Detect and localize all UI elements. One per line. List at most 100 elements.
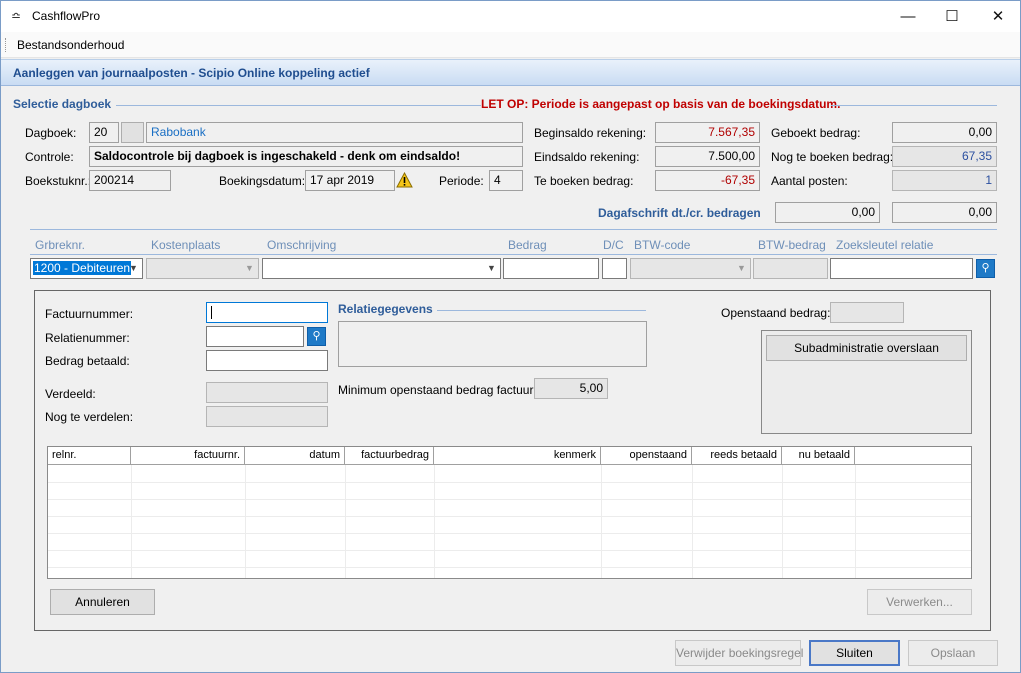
th-factuurnr[interactable]: factuurnr. [131,447,245,465]
aantal-posten-field: 1 [892,170,997,191]
th-openstaand[interactable]: openstaand [601,447,692,465]
th-reeds-betaald[interactable]: reeds betaald [692,447,782,465]
btw-code-combo[interactable]: ▼ [630,258,751,279]
btw-bedrag-field [753,258,828,279]
dagafschrift-cr-field[interactable]: 0,00 [892,202,997,223]
opslaan-button[interactable]: Opslaan [908,640,998,666]
chevron-down-icon[interactable]: ▼ [242,260,257,277]
text-cursor [211,306,212,319]
th-datum[interactable]: datum [245,447,345,465]
relatiegegevens-title: Relatiegegevens [338,302,433,316]
title-bar: ≏ CashflowPro — ☐ ✕ [1,1,1020,32]
relatienummer-label: Relatienummer: [45,331,130,345]
dagboek-lookup-button[interactable] [121,122,144,143]
chevron-down-icon[interactable]: ▼ [126,260,141,277]
col-bedrag: Bedrag [508,238,547,252]
verwijder-boekingsregel-button[interactable]: Verwijder boekingsregel [675,640,804,666]
col-btw-code: BTW-code [634,238,691,252]
dagafschrift-dt-field[interactable]: 0,00 [775,202,880,223]
section-divider [116,105,481,106]
verwerken-label: Verwerken... [886,595,953,609]
menu-bar: Bestandsonderhoud [1,32,1020,58]
section-divider [30,229,997,230]
warning-text: LET OP: Periode is aangepast op basis va… [481,97,841,111]
min-openstaand-field[interactable]: 5,00 [534,378,608,399]
table-row[interactable] [48,483,971,500]
table-row[interactable] [48,466,971,483]
column-divider [601,465,602,578]
dagboek-label: Dagboek: [25,126,77,140]
factuurnummer-input[interactable] [206,302,328,323]
dagboek-name-field: Rabobank [146,122,523,143]
annuleren-button[interactable]: Annuleren [50,589,155,615]
table-row[interactable] [48,517,971,534]
col-kostenplaats: Kostenplaats [151,238,221,252]
close-button[interactable]: ✕ [975,1,1020,32]
bedrag-betaald-input[interactable] [206,350,328,371]
grbreknr-value: 1200 - Debiteuren [33,261,132,275]
dc-input[interactable] [602,258,627,279]
dagboek-code-field[interactable]: 20 [89,122,119,143]
beginsaldo-label: Beginsaldo rekening: [534,126,647,140]
chevron-down-icon[interactable]: ▼ [734,260,749,277]
column-divider [245,465,246,578]
menu-grip-icon [5,38,7,52]
column-divider [692,465,693,578]
column-divider [782,465,783,578]
column-divider [434,465,435,578]
nog-te-boeken-label: Nog te boeken bedrag: [771,150,894,164]
menu-item-bestandsonderhoud[interactable]: Bestandsonderhoud [17,38,124,52]
th-filler [855,447,971,465]
column-divider [855,465,856,578]
factuurnummer-label: Factuurnummer: [45,307,134,321]
periode-field[interactable]: 4 [489,170,523,191]
maximize-button[interactable]: ☐ [929,1,975,32]
minimize-button[interactable]: — [885,1,931,32]
zoeksleutel-input[interactable] [830,258,973,279]
th-nu-betaald[interactable]: nu betaald [782,447,855,465]
column-divider [131,465,132,578]
col-grbreknr: Grbreknr. [35,238,86,252]
omschrijving-combo[interactable]: ▼ [262,258,501,279]
beginsaldo-field: 7.567,35 [655,122,760,143]
annuleren-label: Annuleren [75,595,130,609]
eindsaldo-field[interactable]: 7.500,00 [655,146,760,167]
verdeeld-field [206,382,328,403]
bedrag-input[interactable] [503,258,599,279]
section-divider [437,310,646,311]
sluiten-button[interactable]: Sluiten [809,640,900,666]
invoice-table[interactable]: relnr. factuurnr. datum factuurbedrag ke… [47,446,972,579]
chevron-down-icon[interactable]: ▼ [484,260,499,277]
controle-field: Saldocontrole bij dagboek is ingeschakel… [89,146,523,167]
subadmin-overslaan-label: Subadministratie overslaan [794,341,939,355]
boekstuk-field[interactable]: 200214 [89,170,171,191]
aantal-posten-label: Aantal posten: [771,174,848,188]
te-boeken-field: -67,35 [655,170,760,191]
sluiten-label: Sluiten [836,646,873,660]
col-btw-bedrag: BTW-bedrag [758,238,826,252]
th-factuurbedrag[interactable]: factuurbedrag [345,447,434,465]
verwerken-button[interactable]: Verwerken... [867,589,972,615]
opslaan-label: Opslaan [930,646,976,660]
geboekt-field: 0,00 [892,122,997,143]
grbreknr-combo[interactable]: 1200 - Debiteuren ▼ [30,258,143,279]
subadmin-overslaan-button[interactable]: Subadministratie overslaan [766,335,967,361]
geboekt-label: Geboekt bedrag: [771,126,861,140]
th-kenmerk[interactable]: kenmerk [434,447,601,465]
openstaand-label: Openstaand bedrag: [721,306,831,320]
search-icon[interactable]: ⚲ [976,259,995,278]
bedrag-betaald-label: Bedrag betaald: [45,354,130,368]
table-row[interactable] [48,500,971,517]
table-row[interactable] [48,534,971,551]
verwijder-label: Verwijder boekingsregel [676,646,804,660]
kostenplaats-combo[interactable]: ▼ [146,258,259,279]
relatienummer-input[interactable] [206,326,304,347]
col-zoeksleutel: Zoeksleutel relatie [836,238,934,252]
verdeeld-label: Verdeeld: [45,387,96,401]
boekstuk-label: Boekstuknr.: [25,174,92,188]
app-window: ≏ CashflowPro — ☐ ✕ Bestandsonderhoud Aa… [0,0,1021,673]
search-icon[interactable]: ⚲ [307,327,326,346]
boekingsdatum-field[interactable]: 17 apr 2019 [305,170,395,191]
table-row[interactable] [48,551,971,568]
th-relnr[interactable]: relnr. [48,447,131,465]
